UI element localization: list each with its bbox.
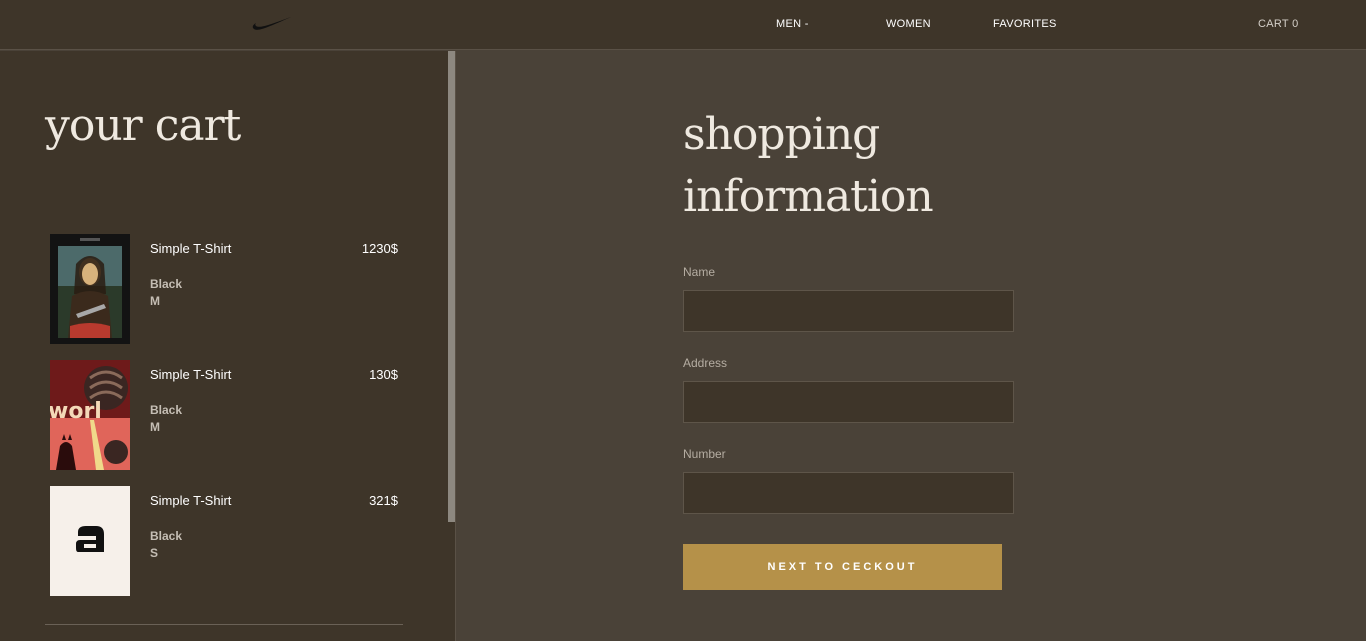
- cart-item-price: 1230$: [361, 241, 398, 256]
- cart-item-price: 321$: [369, 493, 398, 508]
- cart-divider: [45, 624, 403, 625]
- cart-item-image: [50, 486, 130, 596]
- address-input[interactable]: [683, 381, 1014, 423]
- number-input[interactable]: [683, 472, 1014, 514]
- name-label: Name: [683, 265, 716, 279]
- cart-item-color: Black: [150, 403, 183, 417]
- cart-item-image: worl: [50, 360, 130, 470]
- cart-item-color: Black: [150, 277, 183, 291]
- name-input[interactable]: [683, 290, 1014, 332]
- top-navbar: MEN - WOMEN FAVORITES CART 0: [0, 0, 1366, 50]
- form-title-line1: shopping: [683, 109, 880, 160]
- address-label: Address: [683, 356, 728, 370]
- cart-item-name: Simple T-Shirt: [150, 493, 232, 508]
- form-title-line2: information: [683, 171, 934, 222]
- number-label: Number: [683, 447, 726, 461]
- cart-item[interactable]: Simple T-Shirt 1230$ Black M: [50, 234, 400, 344]
- swoosh-icon[interactable]: [252, 14, 292, 32]
- cart-item-price: 130$: [369, 367, 398, 382]
- cart-item-name: Simple T-Shirt: [150, 367, 232, 382]
- nav-men[interactable]: MEN -: [776, 18, 809, 30]
- next-to-checkout-button[interactable]: NEXT TO CECKOUT: [683, 544, 1002, 590]
- svg-text:worl: worl: [50, 399, 102, 424]
- form-title: shopping information: [683, 104, 934, 228]
- cart-item[interactable]: Simple T-Shirt 321$ Black S: [50, 486, 400, 596]
- nav-women[interactable]: WOMEN: [886, 18, 931, 30]
- cart-item-image: [50, 234, 130, 344]
- cart-item-color: Black: [150, 529, 183, 543]
- cart-item-size: S: [150, 546, 159, 560]
- nav-favorites[interactable]: FAVORITES: [993, 18, 1057, 30]
- cart-item-size: M: [150, 294, 160, 308]
- nav-cart[interactable]: CART 0: [1258, 18, 1299, 30]
- cart-scrollbar[interactable]: [448, 51, 455, 522]
- cart-item-size: M: [150, 420, 160, 434]
- cart-item-name: Simple T-Shirt: [150, 241, 232, 256]
- cart-item[interactable]: worl Simple T-Shirt 130$ Black M: [50, 360, 400, 470]
- cart-title: your cart: [45, 100, 241, 151]
